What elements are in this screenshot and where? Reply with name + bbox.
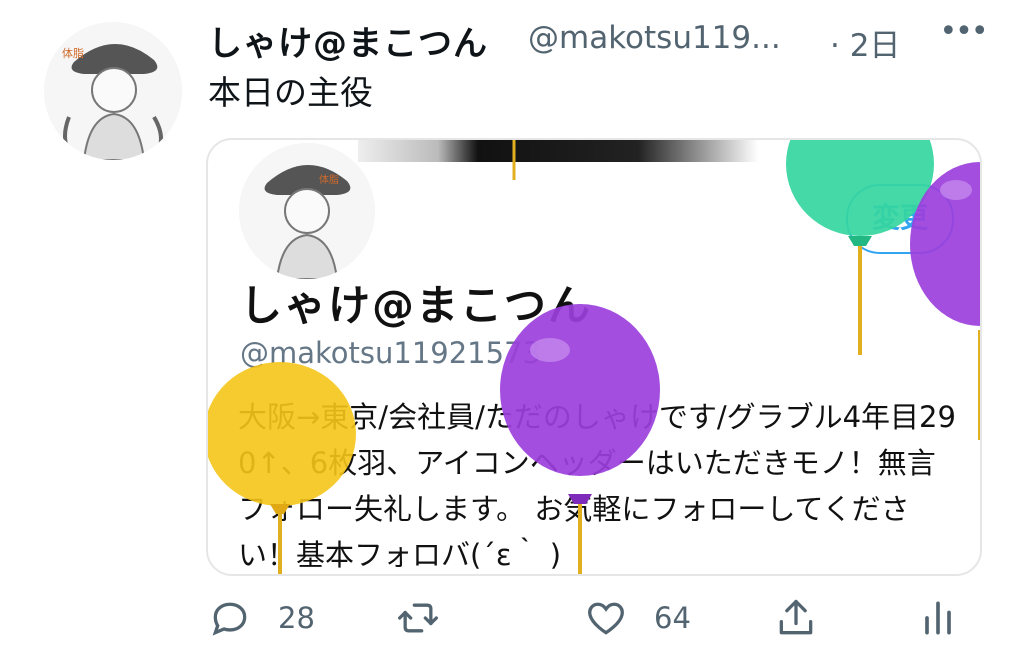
avatar-illustration: 体脂 bbox=[44, 22, 182, 160]
avatar[interactable]: 体脂 bbox=[44, 22, 182, 160]
user-handle[interactable]: @makotsu119... bbox=[528, 20, 781, 56]
like-count: 64 bbox=[654, 601, 691, 635]
share-icon bbox=[779, 599, 813, 635]
like-button[interactable]: 64 bbox=[584, 590, 691, 646]
retweet-icon bbox=[398, 603, 438, 633]
card-avatar-illustration: 体脂 bbox=[239, 143, 375, 279]
svg-text:体脂: 体脂 bbox=[62, 46, 84, 60]
tweet-header: しゃけ@まこつん @makotsu119... · 2日 ••• bbox=[208, 14, 998, 64]
edit-profile-button[interactable]: 変更 bbox=[846, 184, 954, 254]
tweet-actions: 28 64 bbox=[0, 590, 1024, 650]
like-icon bbox=[588, 602, 624, 635]
card-avatar: 体脂 bbox=[236, 140, 378, 282]
display-name[interactable]: しゃけ@まこつん bbox=[208, 16, 488, 65]
card-bio: 大阪→東京/会社員/ただのしゃけです/グラブル4年目290↑、6枚羽、アイコンヘ… bbox=[238, 400, 956, 572]
card-display-name: しゃけ@まこつん bbox=[240, 281, 593, 330]
reply-count: 28 bbox=[278, 601, 315, 635]
tweet-text: 本日の主役 bbox=[208, 73, 373, 112]
reply-icon bbox=[212, 602, 247, 636]
tweet-time[interactable]: · 2日 bbox=[830, 20, 900, 65]
reply-button[interactable]: 28 bbox=[208, 590, 315, 646]
svg-text:体脂: 体脂 bbox=[319, 173, 339, 186]
profile-card-image[interactable]: 体脂 変更 しゃけ@まこつん @makotsu11921573 大阪→東京/会社… bbox=[206, 138, 982, 576]
share-button[interactable] bbox=[774, 590, 818, 646]
more-icon[interactable]: ••• bbox=[938, 14, 988, 54]
card-handle: @makotsu11921573 bbox=[240, 336, 541, 370]
analytics-button[interactable] bbox=[916, 590, 960, 646]
retweet-button[interactable] bbox=[396, 590, 440, 646]
analytics-icon bbox=[925, 601, 951, 635]
header-banner bbox=[358, 140, 758, 162]
